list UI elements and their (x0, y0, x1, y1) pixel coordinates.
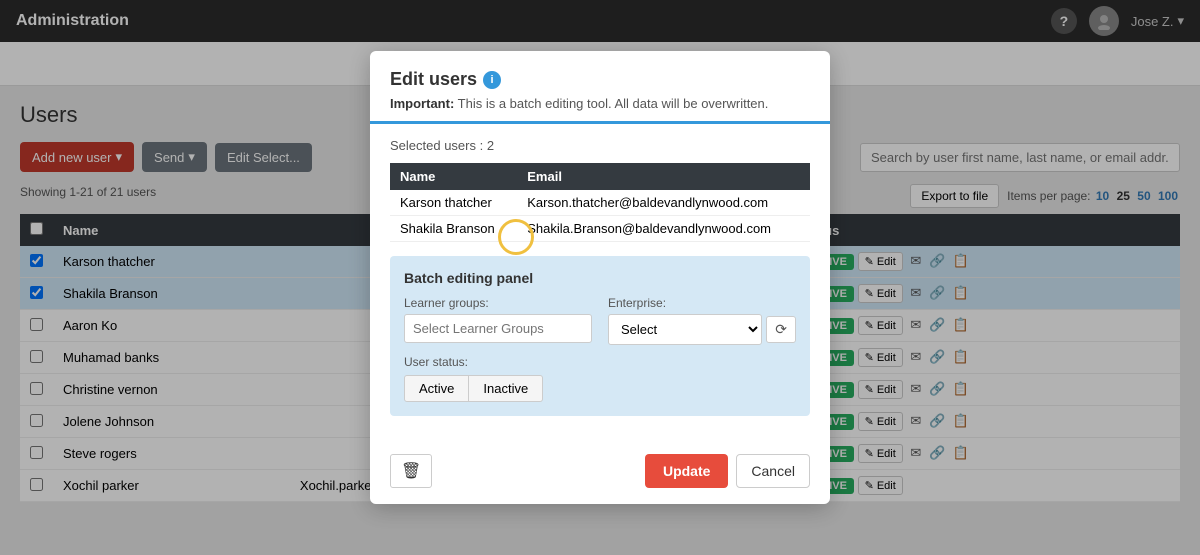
status-inactive-button[interactable]: Inactive (469, 375, 543, 402)
sel-user-email: Shakila.Branson@baldevandlynwood.com (517, 216, 810, 242)
update-button[interactable]: Update (645, 454, 728, 488)
sel-col-name: Name (390, 163, 517, 190)
batch-panel: Batch editing panel Learner groups: Ente… (390, 256, 810, 416)
info-icon: i (483, 71, 501, 89)
modal-overlay: Edit users i Important: This is a batch … (0, 0, 1200, 555)
delete-button[interactable]: 🗑 (390, 454, 432, 488)
selected-user-row: Karson thatcher Karson.thatcher@baldevan… (390, 190, 810, 216)
selected-users-table: Name Email Karson thatcher Karson.thatch… (390, 163, 810, 242)
enterprise-row: Select ⟳ (608, 314, 796, 345)
learner-groups-input[interactable] (404, 314, 592, 343)
batch-row: Learner groups: Enterprise: Select ⟳ (404, 296, 796, 345)
modal-footer: 🗑 Update Cancel (370, 444, 830, 504)
batch-panel-title: Batch editing panel (404, 270, 796, 286)
footer-right: Update Cancel (645, 454, 810, 488)
sel-user-email: Karson.thatcher@baldevandlynwood.com (517, 190, 810, 216)
sel-col-email: Email (517, 163, 810, 190)
user-status-label: User status: (404, 355, 796, 369)
selected-count: Selected users : 2 (390, 138, 810, 153)
selected-user-row: Shakila Branson Shakila.Branson@baldevan… (390, 216, 810, 242)
enterprise-label: Enterprise: (608, 296, 796, 310)
edit-users-modal: Edit users i Important: This is a batch … (370, 51, 830, 504)
learner-groups-label: Learner groups: (404, 296, 592, 310)
reset-enterprise-button[interactable]: ⟳ (766, 316, 796, 343)
modal-title: Edit users i (390, 69, 810, 90)
modal-warning: Important: This is a batch editing tool.… (390, 96, 810, 111)
cancel-button[interactable]: Cancel (736, 454, 810, 488)
modal-body: Selected users : 2 Name Email Karson tha… (370, 124, 830, 444)
status-row: User status: Active Inactive (404, 355, 796, 402)
status-buttons: Active Inactive (404, 375, 796, 402)
enterprise-col: Enterprise: Select ⟳ (608, 296, 796, 345)
sel-user-name: Shakila Branson (390, 216, 517, 242)
learner-groups-col: Learner groups: (404, 296, 592, 345)
enterprise-select[interactable]: Select (608, 314, 762, 345)
status-active-button[interactable]: Active (404, 375, 469, 402)
trash-icon: 🗑 (401, 463, 421, 480)
modal-header: Edit users i Important: This is a batch … (370, 51, 830, 124)
sel-user-name: Karson thatcher (390, 190, 517, 216)
